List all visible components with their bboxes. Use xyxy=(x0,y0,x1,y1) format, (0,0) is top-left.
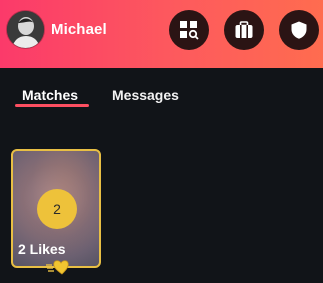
avatar[interactable] xyxy=(7,11,44,48)
explore-button[interactable] xyxy=(169,10,209,50)
shield-icon xyxy=(291,21,307,39)
likes-card[interactable]: 2 2 Likes xyxy=(11,149,101,275)
briefcase-icon xyxy=(235,21,253,38)
likes-label: 2 Likes xyxy=(18,241,66,257)
active-tab-indicator xyxy=(15,104,89,107)
safety-button[interactable] xyxy=(279,10,319,50)
top-header: Michael xyxy=(0,0,323,68)
user-name: Michael xyxy=(51,21,107,38)
tab-messages[interactable]: Messages xyxy=(112,87,179,103)
gold-heart-icon xyxy=(46,260,69,275)
tab-matches[interactable]: Matches xyxy=(22,87,78,103)
likes-count-badge: 2 xyxy=(37,189,77,229)
briefcase-button[interactable] xyxy=(224,10,264,50)
avatar-image xyxy=(7,11,44,48)
explore-grid-search-icon xyxy=(180,21,199,40)
